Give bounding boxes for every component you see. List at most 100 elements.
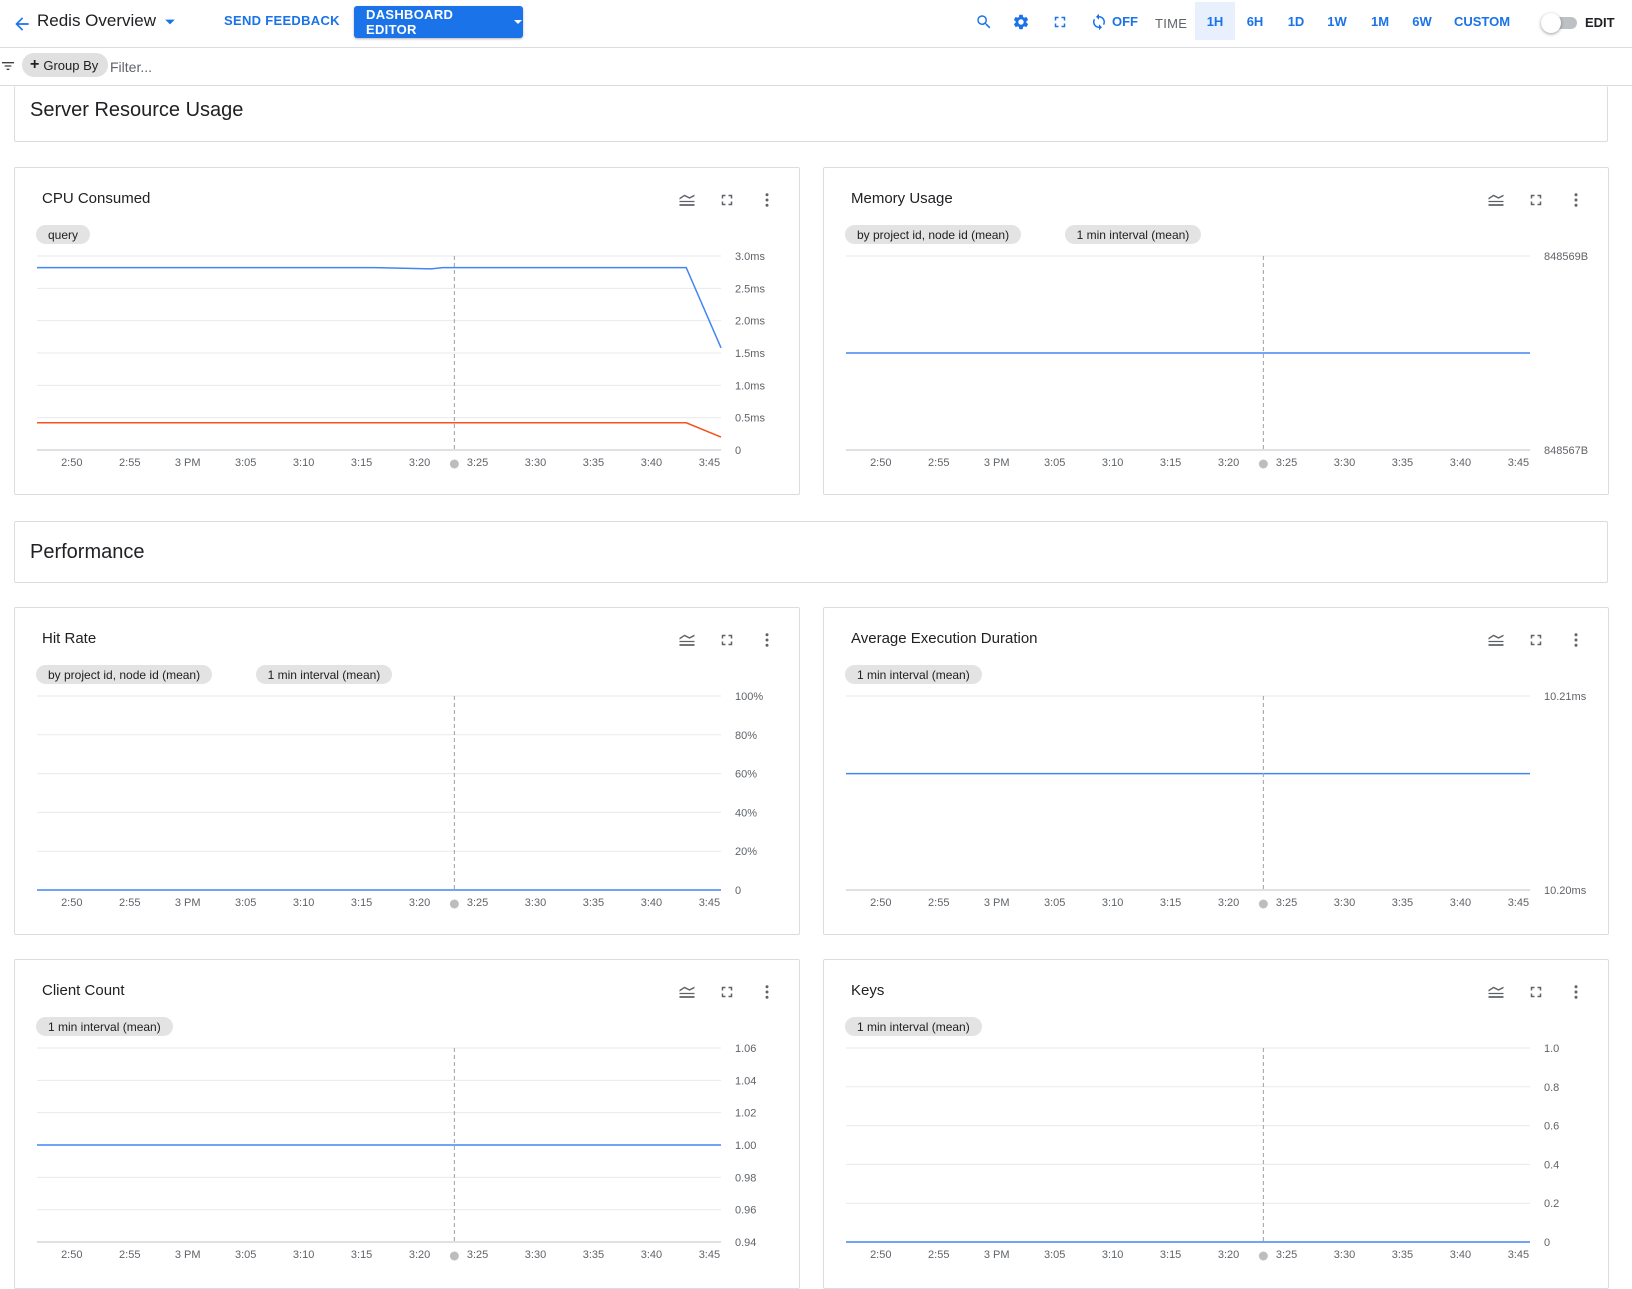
arrow-back-icon[interactable] <box>6 8 38 40</box>
x-tick-label: 3:05 <box>235 897 256 909</box>
legend-icon[interactable] <box>675 188 699 212</box>
y-tick-label: 100% <box>735 691 763 703</box>
x-tick-label: 3:40 <box>1450 897 1471 909</box>
group-by-chip[interactable]: + Group By <box>22 53 109 77</box>
auto-refresh-off-label[interactable]: OFF <box>1112 14 1138 29</box>
chart-plot: 1.06 1.04 1.02 1.00 0.98 0.96 0.94 2:50 2:55 3 PM… <box>37 1043 756 1261</box>
x-tick-label: 2:50 <box>61 1249 82 1261</box>
aggregation-chip[interactable]: 1 min interval (mean) <box>845 1017 982 1036</box>
y-tick-label: 0.4 <box>1544 1159 1559 1171</box>
x-tick-label: 3:25 <box>467 1249 488 1261</box>
dashboard-select-caret-icon[interactable] <box>160 12 180 32</box>
x-tick-label: 3:30 <box>1334 897 1355 909</box>
y-tick-label: 0.94 <box>735 1237 756 1249</box>
expand-icon[interactable] <box>715 188 739 212</box>
chart-title: Average Execution Duration <box>851 630 1038 647</box>
chart-card: 100% 80% 60% 40% 20% 0 2:50 2:55 3 PM 3:05 3:10 3:1… <box>14 607 800 935</box>
time-cursor-handle[interactable] <box>449 459 459 469</box>
expand-icon[interactable] <box>1524 980 1548 1004</box>
x-tick-label: 3:25 <box>1276 457 1297 469</box>
more-vert-icon[interactable] <box>755 188 779 212</box>
chart-plot: 1.0 0.8 0.6 0.4 0.2 0 2:50 2:55 3 PM 3:05 3:10 3:15… <box>846 1043 1559 1261</box>
y-tick-label: 3.0ms <box>735 251 765 263</box>
more-vert-icon[interactable] <box>1564 188 1588 212</box>
x-tick-label: 3:45 <box>1508 457 1529 469</box>
y-tick-label: 1.04 <box>735 1075 756 1087</box>
expand-icon[interactable] <box>715 980 739 1004</box>
y-tick-label: 0.6 <box>1544 1121 1559 1133</box>
filter-input[interactable] <box>110 56 510 78</box>
x-tick-label: 3:15 <box>1160 457 1181 469</box>
aggregation-chip[interactable]: by project id, node id (mean) <box>36 665 213 684</box>
x-tick-label: 2:50 <box>870 1249 891 1261</box>
x-tick-label: 3:40 <box>1450 1249 1471 1261</box>
range-custom-button[interactable]: CUSTOM <box>1446 2 1518 40</box>
expand-icon[interactable] <box>715 628 739 652</box>
range-1d-button[interactable]: 1D <box>1276 2 1316 40</box>
x-tick-label: 2:50 <box>870 897 891 909</box>
chart-card: 3.0ms 2.5ms 2.0ms 1.5ms 1.0ms 0.5ms 0 2:50 2:55 3… <box>14 167 800 495</box>
more-vert-icon[interactable] <box>755 628 779 652</box>
legend-icon[interactable] <box>675 980 699 1004</box>
y-tick-label: 0 <box>735 445 741 457</box>
range-1w-button[interactable]: 1W <box>1317 2 1357 40</box>
expand-icon[interactable] <box>1524 188 1548 212</box>
dashboard-editor-button[interactable]: DASHBOARD EDITOR <box>354 6 523 38</box>
x-tick-label: 3:35 <box>1392 1249 1413 1261</box>
time-cursor-handle[interactable] <box>449 1251 459 1261</box>
edit-toggle[interactable] <box>1541 13 1577 33</box>
time-cursor-handle[interactable] <box>1258 1251 1268 1261</box>
range-1h-button[interactable]: 1H <box>1195 2 1235 40</box>
chart-plot: 100% 80% 60% 40% 20% 0 2:50 2:55 3 PM 3:05 3:10 3:1… <box>37 691 763 909</box>
aggregation-chip[interactable]: by project id, node id (mean) <box>845 225 1022 244</box>
time-cursor-handle[interactable] <box>1258 899 1268 909</box>
filter-list-icon[interactable] <box>0 58 18 76</box>
x-tick-label: 3:35 <box>1392 457 1413 469</box>
gear-icon[interactable] <box>1009 10 1033 34</box>
range-1m-button[interactable]: 1M <box>1360 2 1400 40</box>
time-cursor-handle[interactable] <box>449 899 459 909</box>
legend-icon[interactable] <box>1484 628 1508 652</box>
x-tick-label: 2:55 <box>928 457 949 469</box>
y-tick-label: 60% <box>735 769 757 781</box>
y-tick-label: 10.21ms <box>1544 691 1587 703</box>
top-app-bar: Redis Overview SEND FEEDBACK DASHBOARD E… <box>0 0 1632 48</box>
more-vert-icon[interactable] <box>1564 628 1588 652</box>
x-tick-label: 3:25 <box>1276 1249 1297 1261</box>
y-tick-label: 0.8 <box>1544 1082 1559 1094</box>
x-tick-label: 2:50 <box>870 457 891 469</box>
x-tick-label: 3:40 <box>641 897 662 909</box>
send-feedback-button[interactable]: SEND FEEDBACK <box>224 13 340 28</box>
aggregation-chip[interactable]: 1 min interval (mean) <box>1064 225 1202 244</box>
aggregation-chip[interactable]: query <box>36 225 91 244</box>
aggregation-chip[interactable]: 1 min interval (mean) <box>255 665 393 684</box>
legend-icon[interactable] <box>675 628 699 652</box>
series-line <box>37 422 722 438</box>
chart-plot: 3.0ms 2.5ms 2.0ms 1.5ms 1.0ms 0.5ms 0 2:50 2:55 3… <box>37 251 765 469</box>
y-tick-label: 1.00 <box>735 1140 756 1152</box>
section-title: Server Resource Usage <box>30 99 244 121</box>
expand-icon[interactable] <box>1524 628 1548 652</box>
chart-card: 10.21ms 10.20ms 2:50 2:55 3 PM 3:05 3:10 3:15 3:… <box>823 607 1609 935</box>
edit-label: EDIT <box>1585 15 1615 30</box>
x-tick-label: 3:10 <box>1102 457 1123 469</box>
range-6w-button[interactable]: 6W <box>1402 2 1442 40</box>
fullscreen-icon[interactable] <box>1048 10 1072 34</box>
aggregation-chip[interactable]: 1 min interval (mean) <box>845 665 982 684</box>
section-performance: Performance <box>14 521 1608 583</box>
more-vert-icon[interactable] <box>1564 980 1588 1004</box>
range-6h-button[interactable]: 6H <box>1235 2 1275 40</box>
x-tick-label: 3:20 <box>409 457 430 469</box>
time-cursor-handle[interactable] <box>1258 459 1268 469</box>
aggregation-chip[interactable]: 1 min interval (mean) <box>36 1017 173 1036</box>
x-tick-label: 2:50 <box>61 897 82 909</box>
x-tick-label: 2:55 <box>928 897 949 909</box>
chart-plot: 10.21ms 10.20ms 2:50 2:55 3 PM 3:05 3:10 3:15 3:… <box>846 691 1587 909</box>
legend-icon[interactable] <box>1484 980 1508 1004</box>
more-vert-icon[interactable] <box>755 980 779 1004</box>
x-tick-label: 3:15 <box>351 457 372 469</box>
legend-icon[interactable] <box>1484 188 1508 212</box>
search-icon[interactable] <box>972 10 996 34</box>
refresh-icon[interactable] <box>1087 10 1111 34</box>
y-tick-label: 80% <box>735 730 757 742</box>
